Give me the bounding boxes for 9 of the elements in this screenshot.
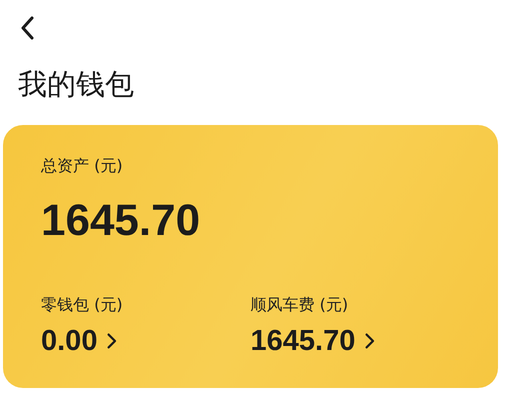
page-title: 我的钱包 [18, 66, 135, 103]
account-label: 零钱包 (元) [41, 294, 124, 316]
chevron-right-icon [107, 333, 118, 349]
total-assets-value: 1645.70 [41, 195, 202, 247]
account-value-link[interactable]: 0.00 [41, 324, 250, 358]
total-assets-label: 总资产 (元) [41, 155, 124, 177]
account-value-link[interactable]: 1645.70 [250, 324, 460, 358]
chevron-right-icon [365, 333, 375, 349]
account-label: 顺风车费 (元) [250, 294, 350, 316]
